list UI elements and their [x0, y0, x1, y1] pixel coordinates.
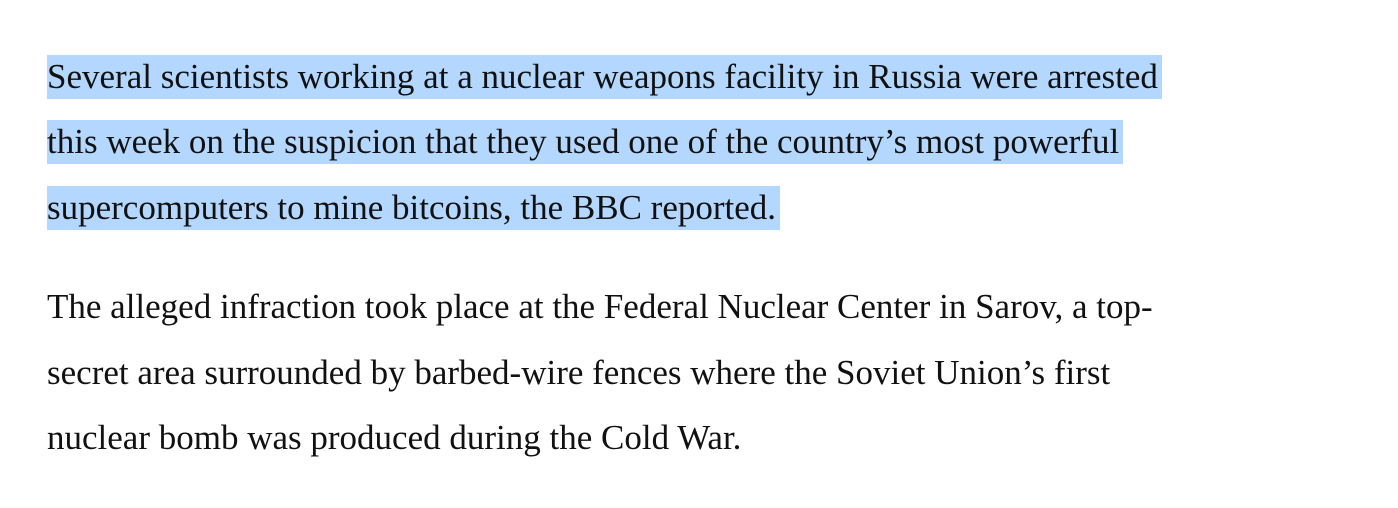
paragraph-2-line-3: nuclear bomb was produced during the Col… [47, 418, 742, 457]
paragraph-1-line-3[interactable]: supercomputers to mine bitcoins, the BBC… [47, 186, 781, 230]
paragraph-1-line-1[interactable]: Several scientists working at a nuclear … [47, 55, 1162, 99]
paragraph-1-line-2[interactable]: this week on the suspicion that they use… [47, 120, 1124, 164]
paragraph-2-line-1: The alleged infraction took place at the… [47, 287, 1153, 326]
paragraph-2-line-2: secret area surrounded by barbed-wire fe… [47, 353, 1111, 392]
